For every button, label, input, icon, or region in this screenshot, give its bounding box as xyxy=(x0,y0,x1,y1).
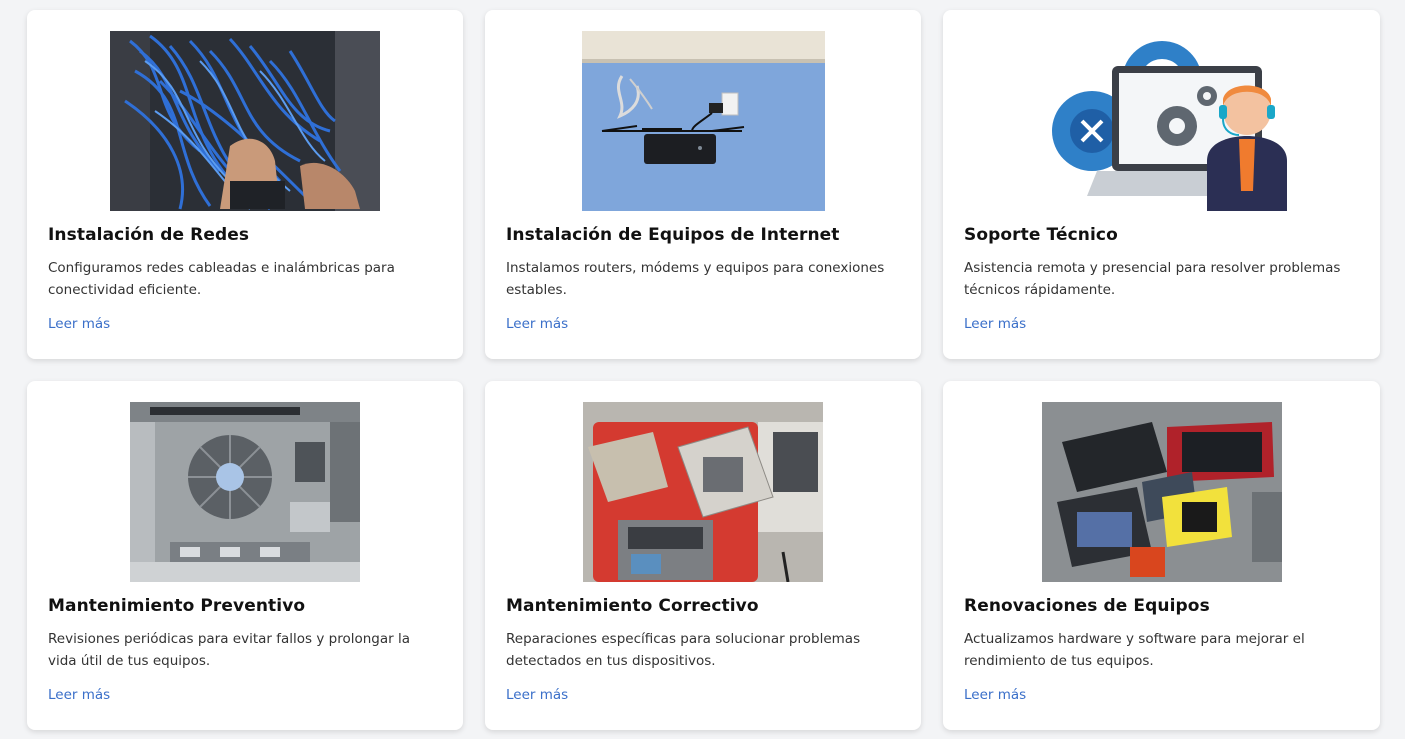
service-image xyxy=(48,402,442,582)
service-card-correctivo: Mantenimiento Correctivo Reparaciones es… xyxy=(485,381,921,730)
service-title: Soporte Técnico xyxy=(964,225,1118,245)
motherboard-image xyxy=(130,402,360,582)
service-image xyxy=(964,402,1359,582)
service-title: Mantenimiento Correctivo xyxy=(506,596,759,616)
read-more-link[interactable]: Leer más xyxy=(506,316,568,332)
service-card-internet: Instalación de Equipos de Internet Insta… xyxy=(485,10,921,359)
service-description: Asistencia remota y presencial para reso… xyxy=(964,260,1341,298)
service-description: Actualizamos hardware y software para me… xyxy=(964,631,1305,669)
read-more-link[interactable]: Leer más xyxy=(48,316,110,332)
service-image xyxy=(964,31,1359,211)
tech-support-illustration xyxy=(1026,31,1297,211)
service-card-renovaciones: Renovaciones de Equipos Actualizamos har… xyxy=(943,381,1380,730)
laptop-repair-image xyxy=(583,402,823,582)
hardware-boxes-image xyxy=(1041,402,1282,582)
service-card-redes: Instalación de Redes Configuramos redes … xyxy=(27,10,463,359)
service-card-soporte: Soporte Técnico Asistencia remota y pres… xyxy=(943,10,1380,359)
service-card-preventivo: Mantenimiento Preventivo Revisiones peri… xyxy=(27,381,463,730)
service-image xyxy=(506,31,900,211)
read-more-link[interactable]: Leer más xyxy=(964,687,1026,703)
service-title: Mantenimiento Preventivo xyxy=(48,596,306,616)
service-description: Configuramos redes cableadas e inalámbri… xyxy=(48,260,395,298)
service-title: Renovaciones de Equipos xyxy=(964,596,1210,616)
network-rack-image xyxy=(110,31,380,211)
service-description: Instalamos routers, módems y equipos par… xyxy=(506,260,885,298)
router-wall-image xyxy=(581,31,825,211)
service-image xyxy=(506,402,900,582)
service-title: Instalación de Redes xyxy=(48,225,250,245)
read-more-link[interactable]: Leer más xyxy=(48,687,110,703)
service-image xyxy=(48,31,442,211)
read-more-link[interactable]: Leer más xyxy=(506,687,568,703)
service-title: Instalación de Equipos de Internet xyxy=(506,225,840,245)
service-description: Revisiones periódicas para evitar fallos… xyxy=(48,631,410,669)
service-description: Reparaciones específicas para solucionar… xyxy=(506,631,861,669)
read-more-link[interactable]: Leer más xyxy=(964,316,1026,332)
services-grid: Instalación de Redes Configuramos redes … xyxy=(27,10,1380,730)
